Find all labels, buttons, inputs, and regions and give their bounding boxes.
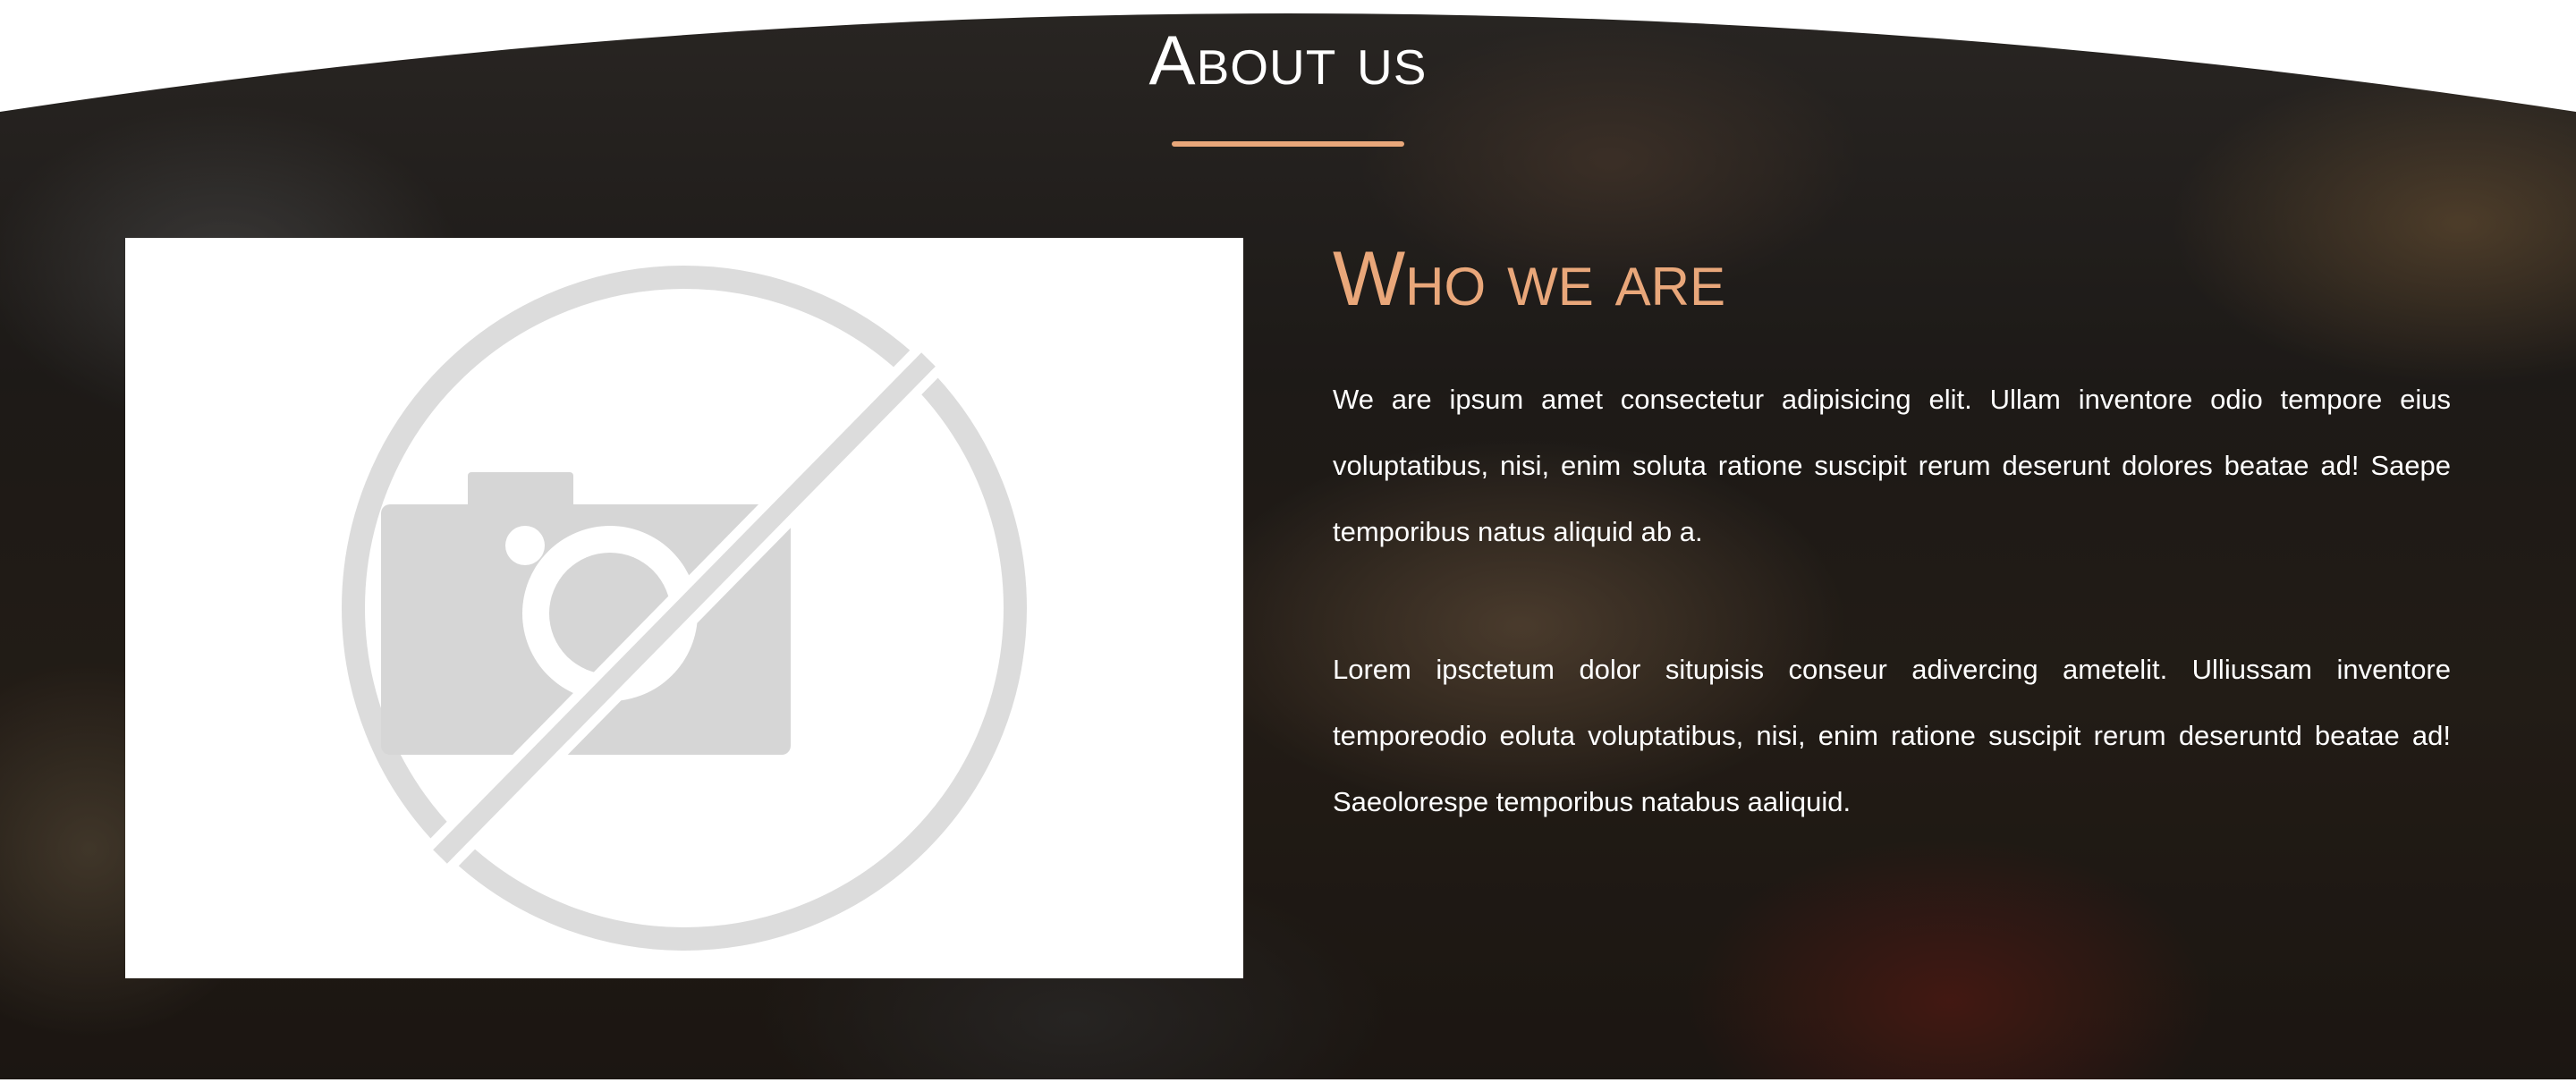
section-title: About us bbox=[1148, 21, 1428, 99]
about-image-placeholder bbox=[125, 238, 1243, 978]
subtitle: Who we are bbox=[1333, 236, 1725, 322]
about-section: About us Who we are We are ipsum amet co… bbox=[0, 0, 2576, 1079]
about-content: Who we are We are ipsum amet consectetur… bbox=[1333, 234, 2451, 907]
title-underline bbox=[1172, 141, 1404, 147]
paragraph-1: We are ipsum amet consectetur adipisicin… bbox=[1333, 384, 2451, 547]
no-image-icon bbox=[342, 266, 1027, 951]
paragraph-2: Lorem ipsctetum dolor situpisis conseur … bbox=[1333, 654, 2451, 817]
